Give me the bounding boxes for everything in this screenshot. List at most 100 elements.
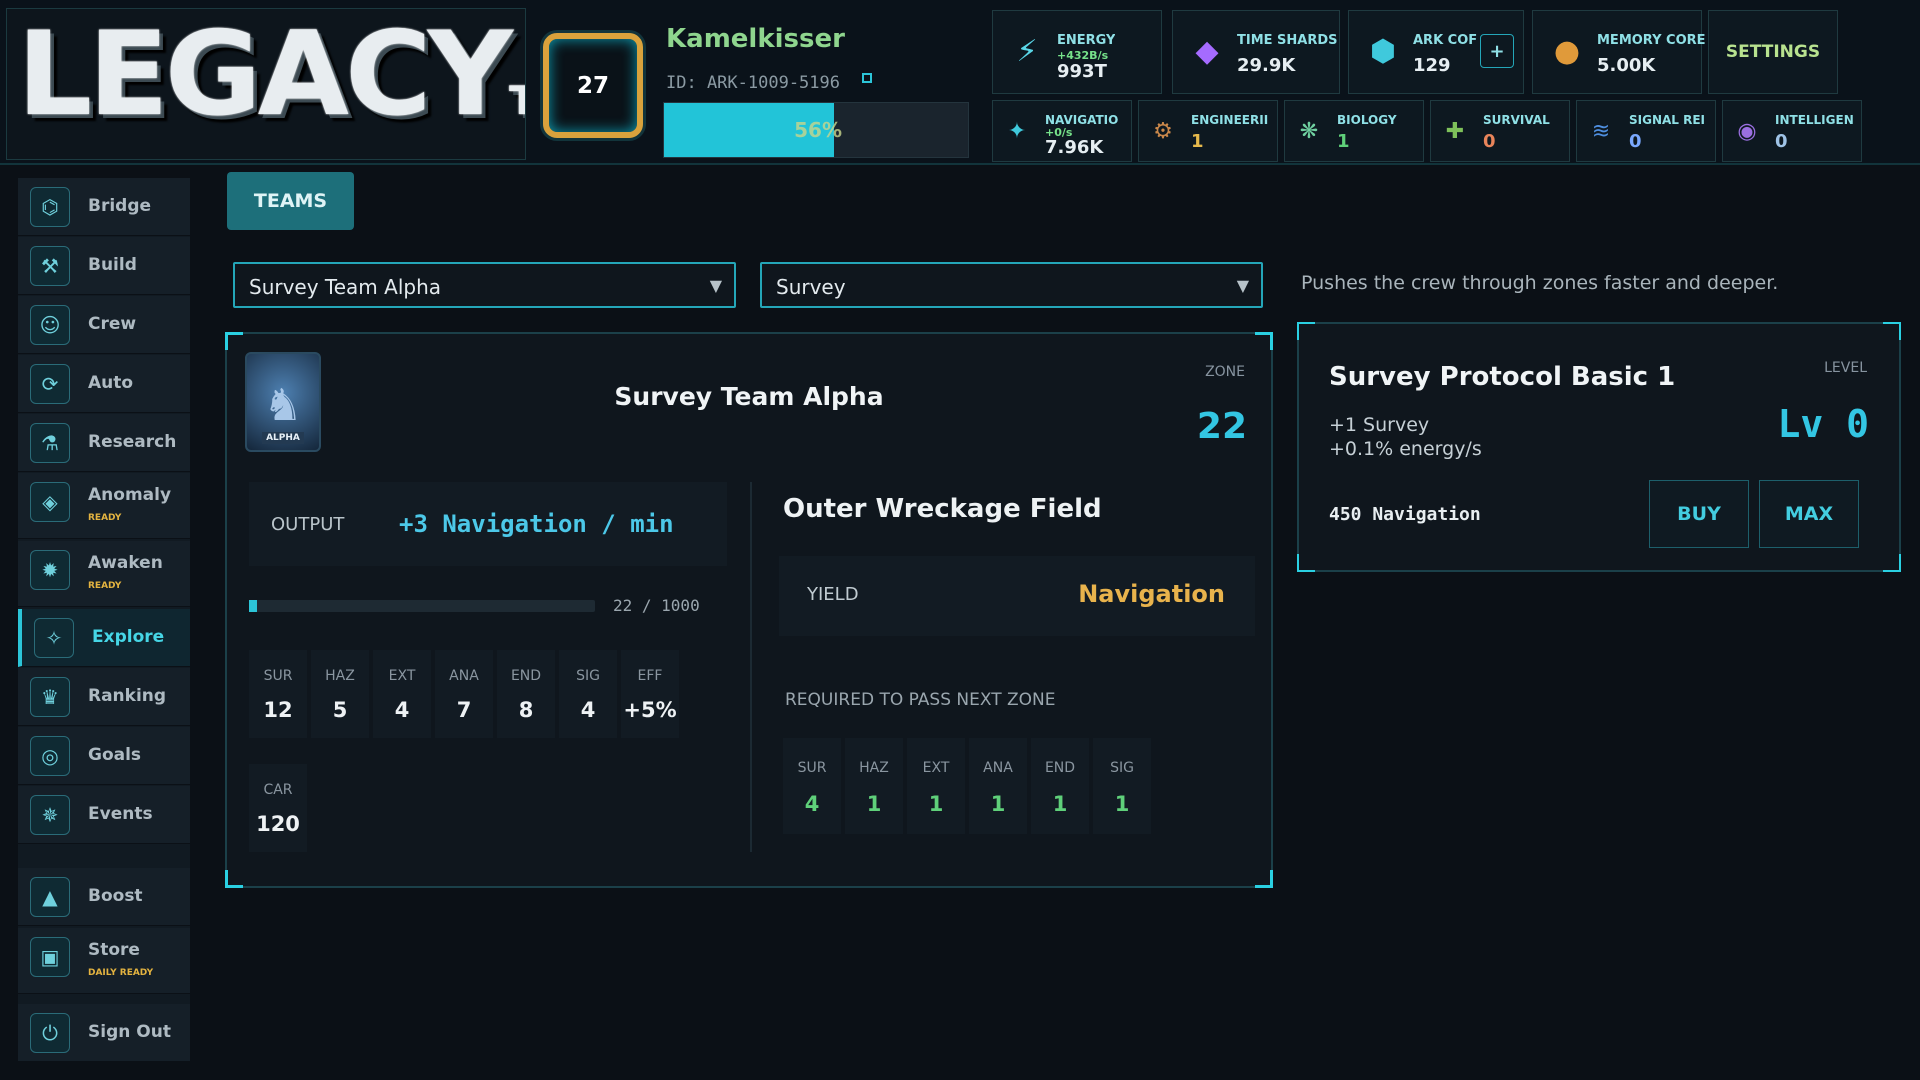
stat-biology: ❋ BIOLOGY 1	[1284, 100, 1424, 162]
sidebar-item-explore[interactable]: ✧ Explore	[18, 609, 190, 667]
engineering-icon: ⚙	[1153, 118, 1173, 144]
stat-value: 4	[394, 698, 410, 722]
upgrade-card: Survey Protocol Basic 1 LEVEL Lv 0 +1 Su…	[1297, 322, 1901, 572]
mode-select-value: Survey	[776, 275, 846, 299]
yield-label: YIELD	[807, 584, 859, 605]
sidebar-item-anomaly[interactable]: ◈ Anomaly READY	[18, 473, 190, 539]
output-value: +3 Navigation / min	[399, 510, 674, 538]
stat-value: 1	[1191, 131, 1204, 152]
sidebar-item-research[interactable]: ⚗ Research	[18, 414, 190, 472]
sidebar-item-goals[interactable]: ◎ Goals	[18, 727, 190, 785]
required-value: 1	[866, 792, 882, 816]
stat-cell-car: CAR 120	[249, 764, 307, 852]
upgrade-effect: +1 Survey	[1329, 414, 1430, 436]
required-label: HAZ	[859, 760, 889, 776]
team-select-value: Survey Team Alpha	[249, 275, 442, 299]
events-icon: ✵	[30, 795, 70, 835]
stat-cell-sig: SIG 4	[559, 650, 617, 738]
chevron-down-icon: ▼	[1236, 276, 1249, 295]
panel-corner	[1883, 322, 1901, 340]
output-label: OUTPUT	[271, 514, 345, 535]
resource-lightning: ⚡ ENERGY +432B/s 993T	[992, 10, 1162, 94]
sidebar-item-bridge[interactable]: ⌬ Bridge	[18, 178, 190, 236]
build-icon: ⚒	[30, 246, 70, 286]
buy-button[interactable]: BUY	[1649, 480, 1749, 548]
required-value: 1	[1052, 792, 1068, 816]
crystal-icon: ◆	[1195, 33, 1219, 69]
sidebar-nav: ⌬ Bridge ⚒ Build ☺ Crew ⟳ Auto ⚗ Research ◈ Anomaly…	[18, 178, 190, 1062]
settings-button[interactable]: SETTINGS	[1708, 10, 1838, 94]
upgrade-title: Survey Protocol Basic 1	[1329, 362, 1676, 392]
panel-corner	[225, 870, 243, 888]
sidebar-item-label: Research	[88, 432, 177, 452]
player-id: ID: ARK-1009-5196	[666, 73, 840, 93]
team-select[interactable]: Survey Team Alpha ▼	[233, 262, 736, 308]
team-name: Survey Team Alpha	[614, 382, 884, 411]
stat-cell-sur: SUR 12	[249, 650, 307, 738]
stat-value: 1	[1337, 131, 1350, 152]
chevron-down-icon: ▼	[709, 276, 722, 295]
required-value: 1	[990, 792, 1006, 816]
required-value: 1	[1114, 792, 1130, 816]
resource-value: 993T	[1057, 61, 1107, 82]
team-avatar-text: ALPHA	[262, 432, 304, 444]
resource-crystal: ◆ TIME SHARDS 29.9K	[1172, 10, 1340, 94]
stat-label: SIG	[576, 668, 600, 684]
stat-label: ENGINEERII	[1191, 113, 1269, 127]
required-label: SUR	[797, 760, 827, 776]
top-header: LEGACYT 27 Kamelkisser ID: ARK-1009-5196…	[0, 0, 1920, 165]
stat-engineering: ⚙ ENGINEERII 1	[1138, 100, 1278, 162]
explore-icon: ✧	[34, 618, 74, 658]
add-ark-core-button[interactable]: +	[1480, 34, 1514, 68]
game-logo: LEGACYT	[6, 8, 526, 160]
memory-core-icon: ●	[1553, 33, 1581, 69]
required-cell-ana: ANA 1	[969, 738, 1027, 834]
boost-icon: ▲	[30, 877, 70, 917]
resource-value: 29.9K	[1237, 55, 1296, 76]
stat-value: 8	[518, 698, 534, 722]
mode-select[interactable]: Survey ▼	[760, 262, 1263, 308]
stat-cell-ana: ANA 7	[435, 650, 493, 738]
sidebar-item-label: Build	[88, 255, 137, 275]
stat-value: +5%	[623, 698, 677, 722]
signal-icon: ≋	[1591, 118, 1611, 144]
sidebar-item-boost[interactable]: ▲ Boost	[18, 868, 190, 926]
sidebar-item-sign-out[interactable]: ⏻ Sign Out	[18, 1004, 190, 1062]
sidebar-item-auto[interactable]: ⟳ Auto	[18, 355, 190, 413]
stat-cell-haz: HAZ 5	[311, 650, 369, 738]
required-cell-haz: HAZ 1	[845, 738, 903, 834]
panel-corner	[1883, 554, 1901, 572]
required-value: 1	[928, 792, 944, 816]
resource-label: ARK COF	[1413, 33, 1478, 48]
zone-value: 22	[1196, 406, 1247, 447]
upgrade-level-label: LEVEL	[1824, 360, 1867, 376]
sidebar-item-ranking[interactable]: ♛ Ranking	[18, 668, 190, 726]
required-label: EXT	[922, 760, 950, 776]
stat-compass: ✦ NAVIGATIO +0/s 7.96K	[992, 100, 1132, 162]
crew-icon: ☺	[30, 305, 70, 345]
ranking-icon: ♛	[30, 677, 70, 717]
tab-teams[interactable]: TEAMS	[227, 172, 354, 230]
required-label: SIG	[1110, 760, 1134, 776]
upgrade-cost: 450 Navigation	[1329, 504, 1481, 525]
zone-progress-fill	[249, 600, 257, 612]
sidebar-item-label: Crew	[88, 314, 137, 334]
stat-value: 12	[263, 698, 293, 722]
stat-signal: ≋ SIGNAL REI 0	[1576, 100, 1716, 162]
lightning-icon: ⚡	[1016, 33, 1038, 69]
sidebar-item-awaken[interactable]: ✹ Awaken READY	[18, 541, 190, 607]
max-button[interactable]: MAX	[1759, 480, 1859, 548]
sidebar-item-store[interactable]: ▣ Store DAILY READY	[18, 928, 190, 994]
panel-corner	[1255, 332, 1273, 350]
sidebar-item-build[interactable]: ⚒ Build	[18, 237, 190, 295]
stat-label: CAR	[263, 782, 293, 798]
sidebar-item-crew[interactable]: ☺ Crew	[18, 296, 190, 354]
stat-label: END	[510, 668, 542, 684]
sidebar-item-events[interactable]: ✵ Events	[18, 786, 190, 844]
stat-value: 0	[1629, 131, 1642, 152]
xp-progress-label: 56%	[794, 118, 842, 142]
stat-value: 5	[332, 698, 348, 722]
stat-intelligence: ◉ INTELLIGEN 0	[1722, 100, 1862, 162]
copy-id-icon[interactable]	[862, 73, 872, 83]
mode-description: Pushes the crew through zones faster and…	[1301, 272, 1779, 294]
